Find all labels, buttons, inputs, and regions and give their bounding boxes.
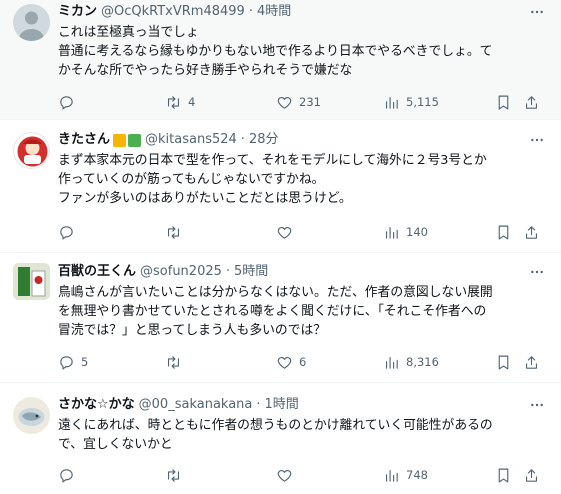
reply-icon: [58, 94, 75, 111]
share-icon: [523, 224, 540, 241]
tweet[interactable]: 百獣の王くん @sofun2025 · 5時間 鳥嶋さんが言いたいことは分からな…: [0, 253, 561, 383]
display-name[interactable]: 百獣の王くん: [58, 262, 136, 282]
more-icon[interactable]: [527, 2, 547, 22]
tweet-text: まず本家本元の日本で型を作って、それをモデルにして海外に２号3号とか 作っていく…: [58, 153, 487, 206]
tweet-text: これは至極真っ当でしょ 普通に考えるなら縁もゆかりもない地で作るより日本でやるべ…: [58, 25, 493, 78]
timestamp[interactable]: 1時間: [265, 395, 299, 415]
share-icon: [523, 354, 540, 371]
bookmark-button[interactable]: [495, 92, 512, 112]
views-icon: [383, 354, 400, 371]
avatar[interactable]: [13, 263, 50, 300]
user-handle[interactable]: @00_sakanakana: [139, 395, 253, 415]
bookmark-button[interactable]: [495, 465, 512, 485]
tweet-header: きたさん @kitasans524 · 28分: [58, 130, 553, 150]
timestamp[interactable]: 4時間: [257, 2, 291, 22]
separator: ·: [240, 132, 245, 147]
user-handle[interactable]: @OcQkRTxVRm48499: [101, 2, 245, 22]
reply-button[interactable]: [58, 465, 81, 485]
like-button[interactable]: 231: [276, 92, 321, 112]
more-icon[interactable]: [527, 395, 547, 415]
views-icon: [383, 94, 400, 111]
retweet-icon: [165, 467, 182, 484]
like-button[interactable]: [276, 222, 299, 242]
tweet-text: 遠くにあれば、時とともに作者の想うものとかけ離れていく可能性があるの で、宜しく…: [58, 418, 493, 452]
bookmark-icon: [495, 224, 512, 241]
share-button[interactable]: [523, 465, 540, 485]
share-icon: [523, 467, 540, 484]
reply-button[interactable]: [58, 222, 81, 242]
views-button[interactable]: 140: [383, 222, 428, 242]
share-button[interactable]: [523, 352, 540, 372]
views-button[interactable]: 5,115: [383, 92, 439, 112]
user-handle[interactable]: @kitasans524: [145, 130, 237, 150]
share-button[interactable]: [523, 92, 540, 112]
more-icon[interactable]: [527, 262, 547, 282]
reply-icon: [58, 224, 75, 241]
share-icon: [523, 94, 540, 111]
like-button[interactable]: [276, 465, 299, 485]
views-icon: [383, 467, 400, 484]
avatar[interactable]: [13, 4, 50, 41]
bookmark-button[interactable]: [495, 352, 512, 372]
reply-icon: [58, 467, 75, 484]
timestamp[interactable]: 5時間: [234, 262, 268, 282]
bookmark-button[interactable]: [495, 222, 512, 242]
retweet-button[interactable]: 4: [165, 92, 195, 112]
retweet-button[interactable]: [165, 222, 188, 242]
heart-icon: [276, 224, 293, 241]
action-bar: 140: [58, 222, 547, 242]
reply-icon: [58, 354, 75, 371]
beer-icon: [113, 133, 127, 147]
tweet-header: ミカン @OcQkRTxVRm48499 · 4時間: [58, 2, 553, 22]
user-handle[interactable]: @sofun2025: [140, 262, 222, 282]
retweet-icon: [165, 224, 182, 241]
retweet-icon: [165, 354, 182, 371]
tweet-header: さかな☆かな @00_sakanakana · 1時間: [58, 395, 553, 415]
reply-button[interactable]: 5: [58, 352, 88, 372]
avatar[interactable]: [13, 132, 50, 169]
heart-icon: [276, 94, 293, 111]
avatar[interactable]: [13, 397, 50, 434]
action-bar: 748: [58, 465, 547, 485]
display-name[interactable]: きたさん: [58, 130, 110, 150]
heart-icon: [276, 467, 293, 484]
retweet-button[interactable]: [165, 465, 188, 485]
tweet[interactable]: ミカン @OcQkRTxVRm48499 · 4時間 これは至極真っ当でしょ 普…: [0, 0, 561, 120]
separator: ·: [225, 264, 231, 279]
reply-feed: ミカン @OcQkRTxVRm48499 · 4時間 これは至極真っ当でしょ 普…: [0, 0, 561, 494]
separator: ·: [256, 397, 261, 412]
views-button[interactable]: 8,316: [383, 352, 439, 372]
retweet-button[interactable]: [165, 352, 188, 372]
like-button[interactable]: 6: [276, 352, 306, 372]
bookmark-icon: [495, 467, 512, 484]
display-name[interactable]: ミカン: [58, 2, 97, 22]
timestamp[interactable]: 28分: [249, 130, 279, 150]
retweet-icon: [165, 94, 182, 111]
views-button[interactable]: 748: [383, 465, 428, 485]
tweet[interactable]: きたさん @kitasans524 · 28分 まず本家本元の日本で型を作って、…: [0, 120, 561, 253]
check-box-icon: [128, 133, 142, 147]
tweet[interactable]: さかな☆かな @00_sakanakana · 1時間 遠くにあれば、時とともに…: [0, 383, 561, 494]
more-icon[interactable]: [527, 130, 547, 150]
reply-button[interactable]: [58, 92, 81, 112]
display-name[interactable]: さかな☆かな: [58, 395, 135, 415]
bookmark-icon: [495, 94, 512, 111]
action-bar: 4 231 5,115: [58, 92, 547, 112]
share-button[interactable]: [523, 222, 540, 242]
bookmark-icon: [495, 354, 512, 371]
tweet-header: 百獣の王くん @sofun2025 · 5時間: [58, 262, 553, 282]
views-icon: [383, 224, 400, 241]
tweet-text: 鳥嶋さんが言いたいことは分からなくはない。ただ、作者の意図しない展開 を無理やり…: [58, 285, 493, 338]
action-bar: 5 6 8,316: [58, 352, 547, 372]
separator: ·: [248, 4, 253, 19]
heart-icon: [276, 354, 293, 371]
